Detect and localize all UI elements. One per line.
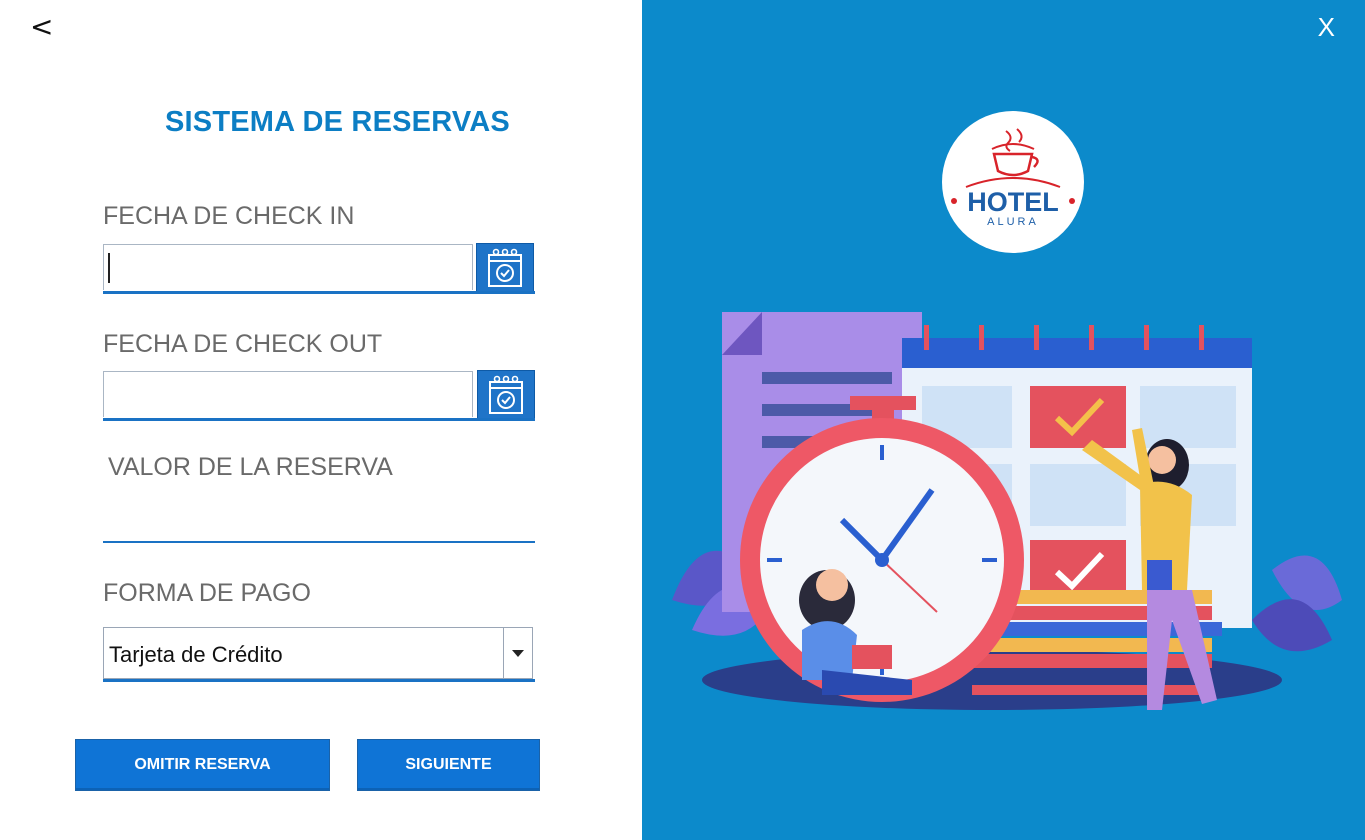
checkin-date-field[interactable] (103, 244, 473, 290)
logo-title: HOTEL (967, 187, 1059, 217)
pago-underline (103, 679, 535, 682)
calendar-clock-illustration (672, 312, 1342, 710)
text-caret (108, 253, 110, 283)
checkin-label: FECHA DE CHECK IN (103, 202, 355, 230)
payment-method-select[interactable]: Tarjeta de Crédito (103, 627, 533, 679)
close-button[interactable]: X (1318, 12, 1335, 43)
checkin-calendar-button[interactable] (476, 243, 534, 293)
back-button[interactable]: < (30, 10, 53, 43)
valor-underline (103, 541, 535, 543)
pago-label: FORMA DE PAGO (103, 579, 311, 607)
checkin-underline (103, 291, 535, 294)
omitir-reserva-button[interactable]: OMITIR RESERVA (75, 739, 330, 791)
checkout-underline (103, 418, 535, 421)
calendar-check-icon (488, 248, 522, 287)
hotel-logo: HOTEL ALURA (942, 111, 1084, 253)
chevron-down-icon[interactable] (503, 628, 532, 678)
checkout-calendar-button[interactable] (477, 370, 535, 420)
payment-method-value: Tarjeta de Crédito (109, 642, 283, 667)
siguiente-button[interactable]: SIGUIENTE (357, 739, 540, 791)
valor-label: VALOR DE LA RESERVA (108, 453, 393, 481)
checkout-date-field[interactable] (103, 371, 473, 417)
logo-subtitle: ALURA (987, 216, 1039, 228)
page-title: SISTEMA DE RESERVAS (165, 106, 510, 138)
valor-field[interactable] (103, 495, 535, 541)
calendar-check-icon (489, 375, 523, 414)
reservation-form-panel: < SISTEMA DE RESERVAS FECHA DE CHECK IN … (0, 0, 642, 840)
illustration-panel: X HOTEL ALURA (642, 0, 1365, 840)
checkout-label: FECHA DE CHECK OUT (103, 330, 383, 358)
